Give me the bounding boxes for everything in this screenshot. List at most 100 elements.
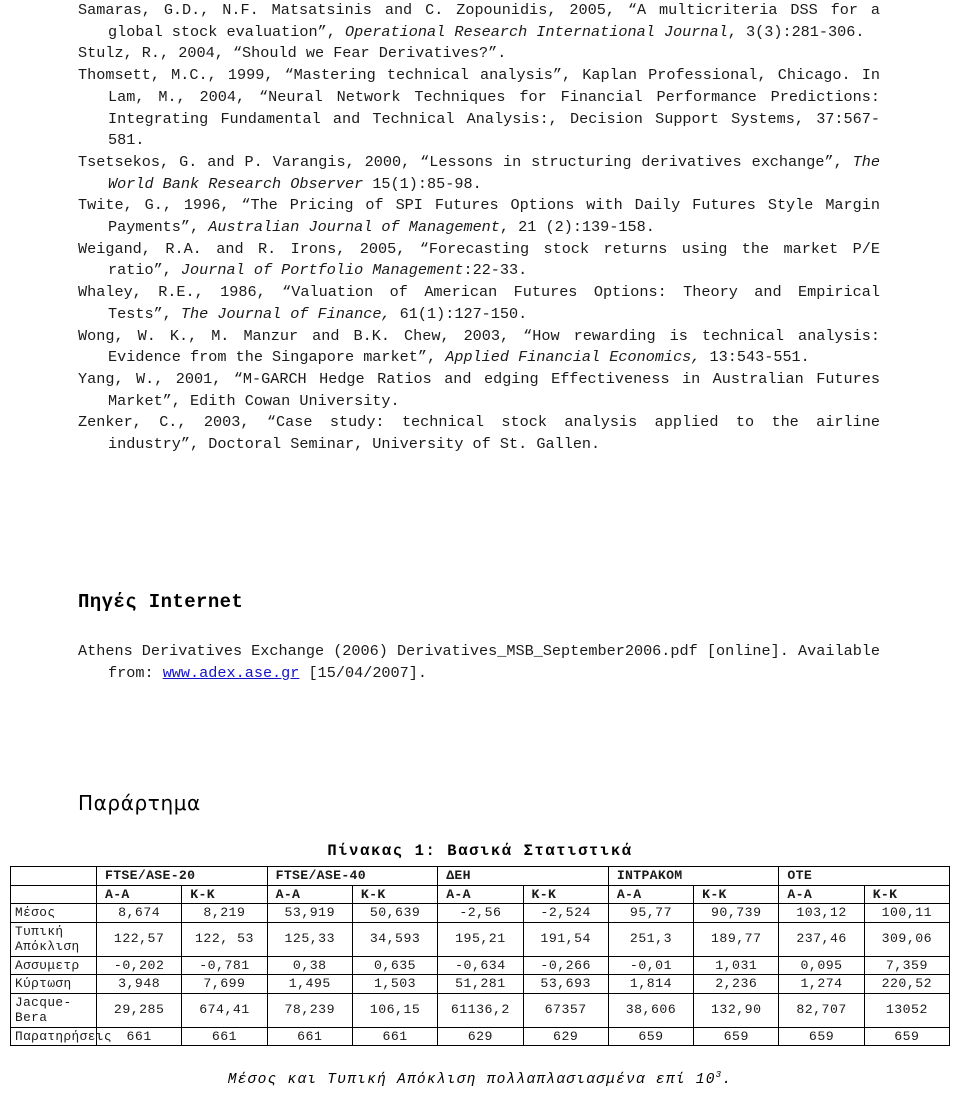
table-column-header: K-K [522, 884, 609, 904]
table-head: FTSE/ASE-20 FTSE/ASE-40 ΔΕΗ ΙΝΤΡΑΚΟΜ ΟΤΕ A-A… [10, 866, 951, 904]
table-cell: 34,593 [351, 921, 439, 957]
table-cell: 237,46 [778, 921, 865, 957]
table-row-label: Τυπική Απόκλιση [10, 921, 97, 957]
bibliography-entry: Weigand, R.A. and R. Irons, 2005, “Forec… [78, 239, 880, 282]
bibliography-entry: Wong, W. K., M. Manzur and B.K. Chew, 20… [78, 326, 880, 369]
table-cell: 220,52 [863, 974, 951, 994]
table-row-label: Ασσυμετρ [10, 955, 97, 975]
bibliography-list: Samaras, G.D., N.F. Matsatsinis and C. Z… [78, 0, 880, 456]
table-group-header: ΟΤΕ [778, 866, 950, 886]
reference-text: Yang, W., 2001, “M-GARCH Hedge Ratios an… [78, 369, 880, 410]
table-row-label: Jacque-Bera [10, 992, 97, 1028]
table-cell: 0,095 [778, 955, 865, 975]
bibliography-entry: Thomsett, M.C., 1999, “Mastering technic… [78, 65, 880, 152]
table-cell: 7,699 [181, 974, 268, 994]
table-cell: 659 [693, 1026, 780, 1046]
table-column-header: K-K [693, 884, 780, 904]
table-cell: 53,693 [522, 974, 609, 994]
table-group-header: FTSE/ASE-40 [266, 866, 439, 886]
table-cell: 1,503 [351, 974, 439, 994]
table-column-header: K-K [351, 884, 439, 904]
table-cell: 661 [181, 1026, 268, 1046]
reference-text: :22-33. [463, 261, 528, 280]
table-cell: 659 [607, 1026, 695, 1046]
bibliography-entry: Twite, G., 1996, “The Pricing of SPI Fut… [78, 195, 880, 238]
appendix-heading: Παράρτημα [78, 791, 201, 815]
table-cell: 674,41 [181, 992, 268, 1028]
reference-text: Thomsett, M.C., 1999, “Mastering technic… [78, 66, 880, 150]
table-cell: -0,202 [95, 955, 183, 975]
basic-statistics-table: FTSE/ASE-20 FTSE/ASE-40 ΔΕΗ ΙΝΤΡΑΚΟΜ ΟΤΕ A-A… [10, 866, 951, 1046]
table-cell: 195,21 [437, 921, 524, 957]
reference-text: , 21 (2):139-158. [499, 218, 655, 237]
table-cell: 67357 [522, 992, 609, 1028]
table-column-header: A-A [95, 884, 183, 904]
table-corner-cell [10, 884, 97, 904]
table-cell: 78,239 [266, 992, 353, 1028]
table-subheader-row: A-A K-K A-A K-K A-A K-K A-A K-K A-A K-K [10, 884, 951, 904]
table-cell: -2,524 [522, 903, 609, 923]
internet-source-entry: Athens Derivatives Exchange (2006) Deriv… [78, 641, 910, 684]
reference-source-title: Operational Research International Journ… [344, 22, 728, 41]
bibliography-entry: Zenker, C., 2003, “Case study: technical… [78, 412, 880, 455]
table-cell: 629 [437, 1026, 524, 1046]
table-corner-cell [10, 866, 97, 886]
table-cell: -0,01 [607, 955, 695, 975]
table-cell: 82,707 [778, 992, 865, 1028]
table-column-header: K-K [863, 884, 951, 904]
table-cell: -0,781 [181, 955, 268, 975]
table-cell: 50,639 [351, 903, 439, 923]
table-column-header: A-A [437, 884, 524, 904]
table-cell: 629 [522, 1026, 609, 1046]
table-group-header: ΔΕΗ [437, 866, 609, 886]
table-footnote-text: Μέσος και Τυπική Απόκλιση πολλαπλασιασμέ… [227, 1071, 716, 1088]
table-row-label: Κύρτωση [10, 974, 97, 994]
table-caption: Πίνακας 1: Βασικά Στατιστικά [327, 842, 633, 860]
table-cell: 661 [266, 1026, 353, 1046]
table-cell: 659 [863, 1026, 951, 1046]
table-row: Jacque-Bera 29,285 674,41 78,239 106,15 61136… [10, 992, 951, 1028]
table-cell: 103,12 [778, 903, 865, 923]
table-cell: 90,739 [693, 903, 780, 923]
table-row: Κύρτωση 3,948 7,699 1,495 1,503 51,281 53,693 1… [10, 974, 951, 994]
table-cell: 189,77 [693, 921, 780, 957]
reference-source-title: Journal of Portfolio Management [180, 261, 464, 280]
table-cell: 51,281 [437, 974, 524, 994]
reference-text: 13:543-551. [700, 348, 810, 367]
table-column-header: K-K [181, 884, 268, 904]
internet-sources-heading: Πηγές Internet [78, 591, 244, 613]
adex-website-link[interactable]: www.adex.ase.gr [163, 664, 300, 682]
bibliography-entry: Whaley, R.E., 1986, “Valuation of Americ… [78, 282, 880, 325]
table-cell: 125,33 [266, 921, 353, 957]
reference-text: Stulz, R., 2004, “Should we Fear Derivat… [78, 44, 507, 63]
table-cell: 1,814 [607, 974, 695, 994]
reference-source-title: Australian Journal of Management [208, 218, 500, 237]
table-cell: 13052 [863, 992, 951, 1028]
bibliography-entry: Samaras, G.D., N.F. Matsatsinis and C. Z… [78, 0, 880, 43]
table-cell: 309,06 [863, 921, 951, 957]
table-row-label: Μέσος [10, 903, 97, 923]
table-column-header: A-A [607, 884, 695, 904]
reference-text: , 3(3):281-306. [727, 22, 865, 41]
table-cell: -0,266 [522, 955, 609, 975]
table-cell: 122, 53 [181, 921, 268, 957]
table-footnote-end: . [722, 1071, 733, 1088]
table-cell: 191,54 [522, 921, 609, 957]
table-cell: 95,77 [607, 903, 695, 923]
table-row: Μέσος 8,674 8,219 53,919 50,639 -2,56 -2,524 95… [10, 903, 951, 923]
table-footnote: Μέσος και Τυπική Απόκλιση πολλαπλασιασμέ… [0, 1070, 960, 1088]
table-cell: 661 [351, 1026, 439, 1046]
table-row: Ασσυμετρ -0,202 -0,781 0,38 0,635 -0,634 -0,26… [10, 955, 951, 975]
table-cell: 132,90 [693, 992, 780, 1028]
reference-source-title: Applied Financial Economics, [445, 348, 701, 367]
table-cell: 38,606 [607, 992, 695, 1028]
table-cell: 1,495 [266, 974, 353, 994]
table-cell: -2,56 [437, 903, 524, 923]
table-cell: 2,236 [693, 974, 780, 994]
bibliography-entry: Yang, W., 2001, “M-GARCH Hedge Ratios an… [78, 369, 880, 412]
document-page: Samaras, G.D., N.F. Matsatsinis and C. Z… [0, 0, 960, 1097]
reference-text: 61(1):127-150. [390, 304, 528, 323]
table-cell: 251,3 [607, 921, 695, 957]
table-group-header-row: FTSE/ASE-20 FTSE/ASE-40 ΔΕΗ ΙΝΤΡΑΚΟΜ ΟΤΕ [10, 866, 950, 886]
table-cell: 659 [778, 1026, 865, 1046]
